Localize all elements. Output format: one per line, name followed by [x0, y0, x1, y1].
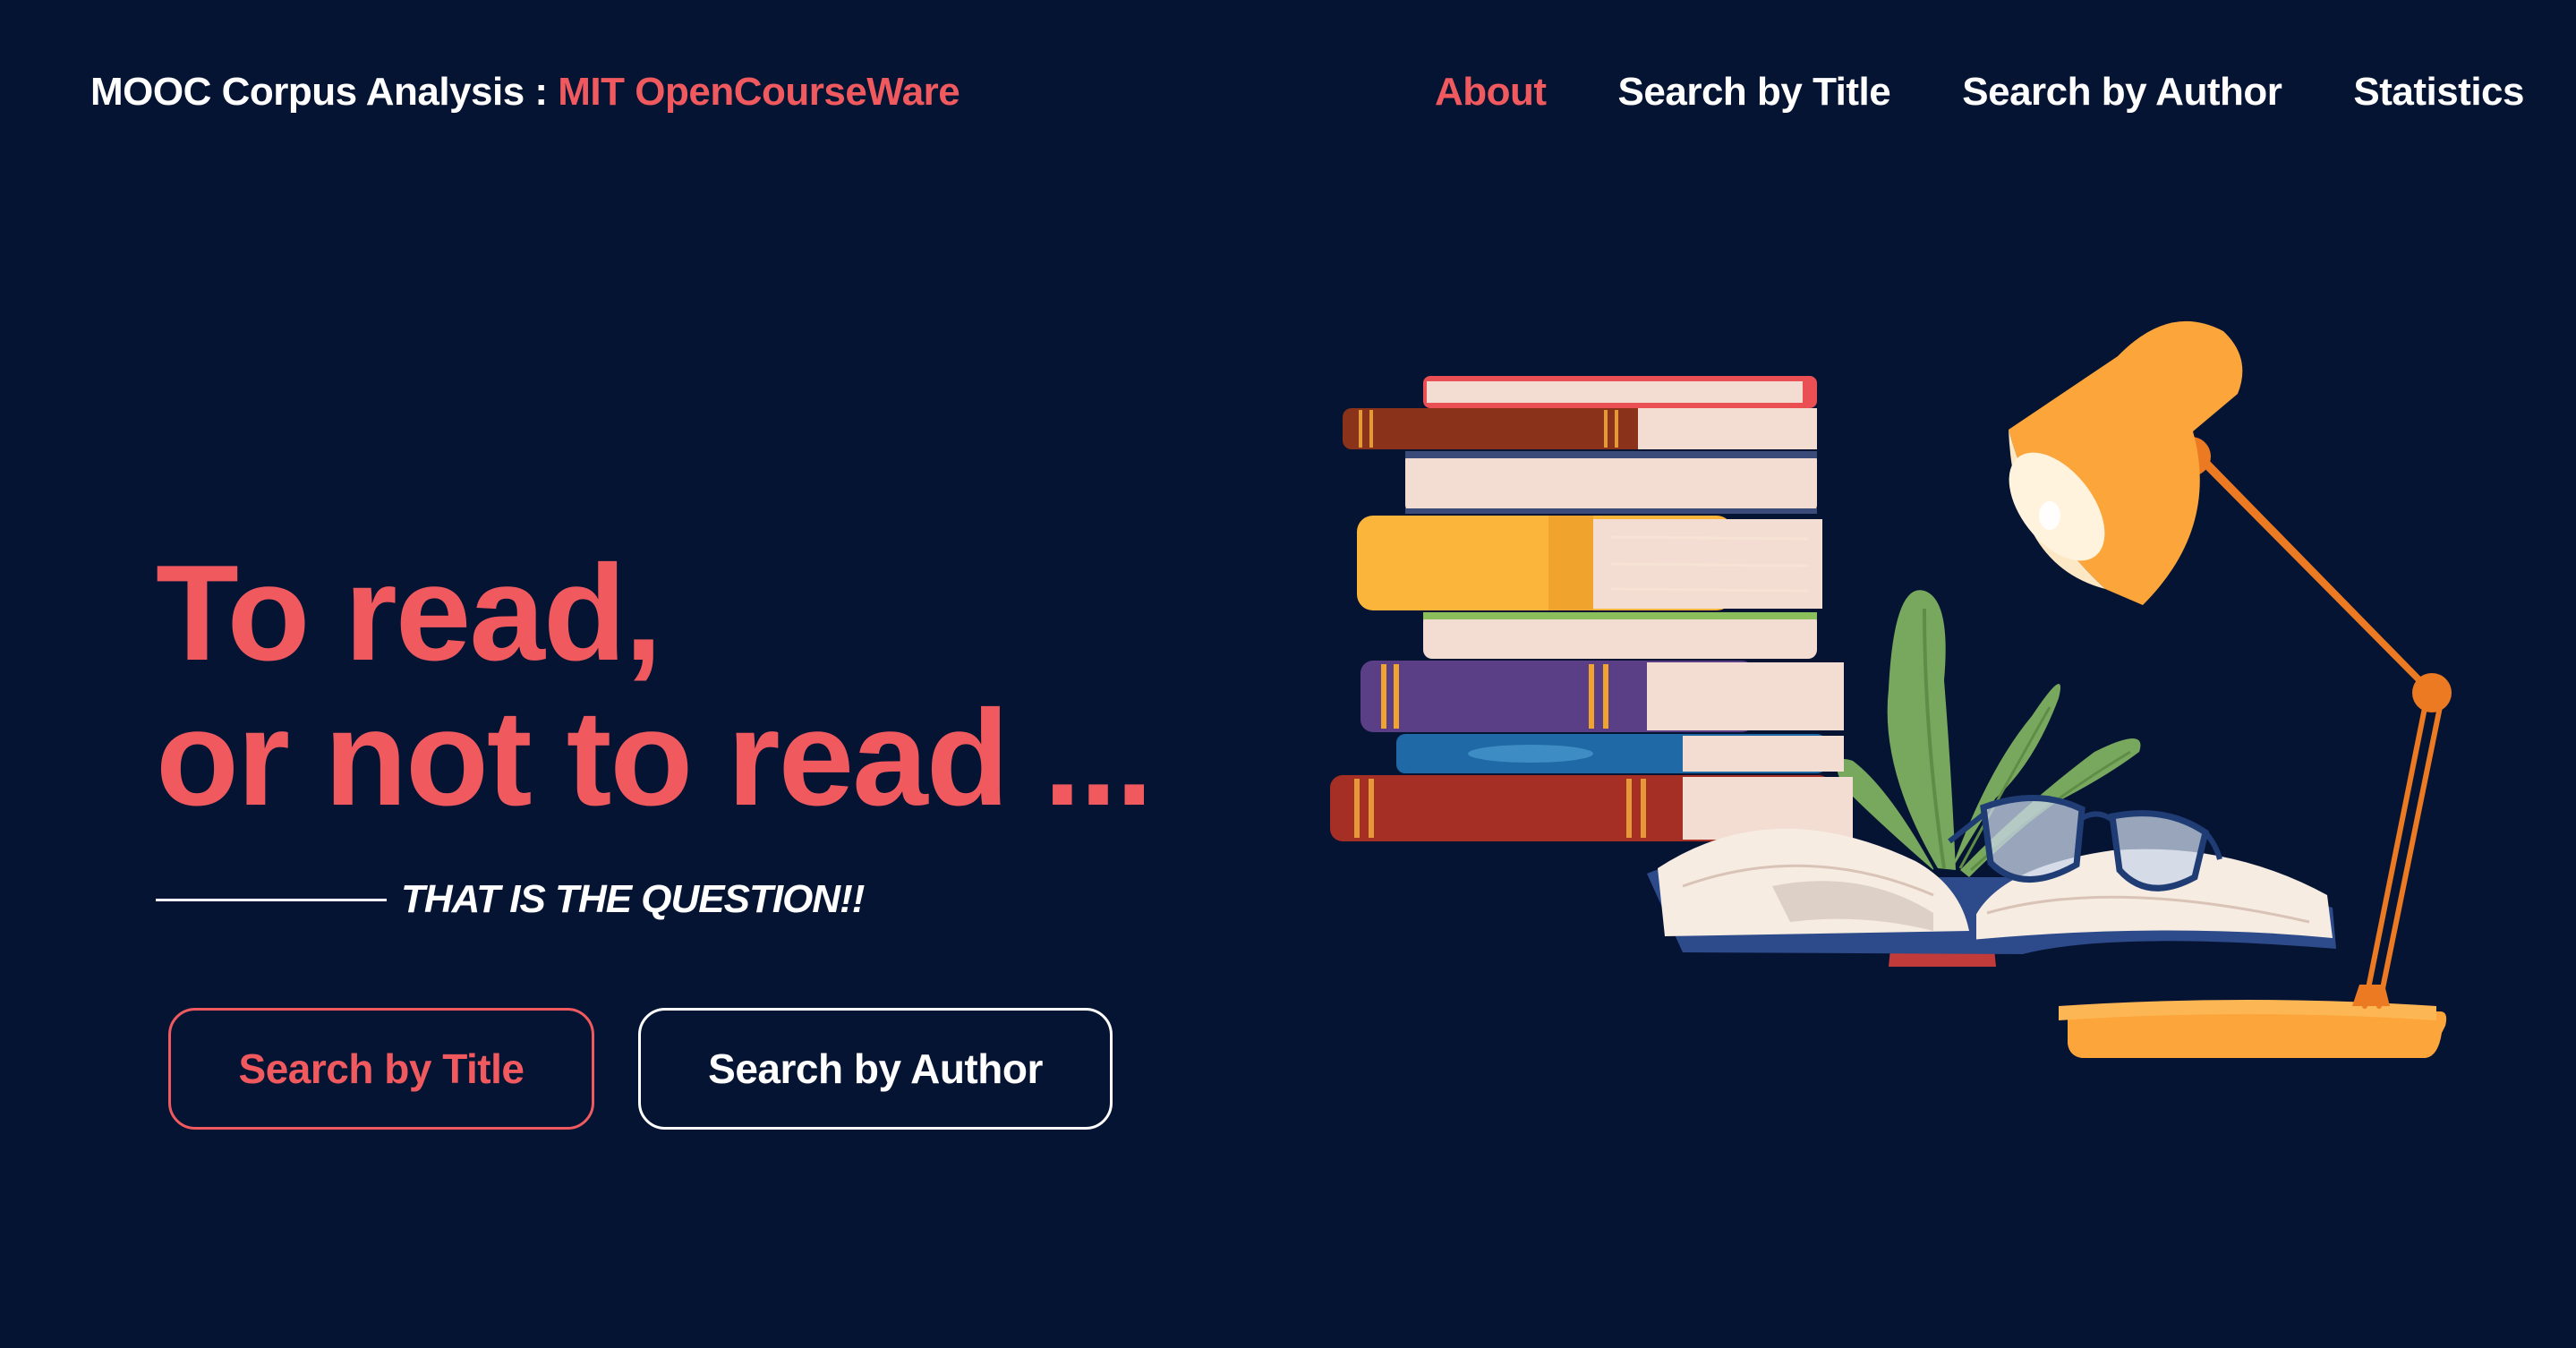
hero-title: To read, or not to read ... [156, 537, 1153, 834]
nav-search-by-title[interactable]: Search by Title [1618, 64, 1891, 120]
site-brand[interactable]: MOOC Corpus Analysis : MIT OpenCourseWar… [90, 64, 960, 120]
nav-statistics[interactable]: Statistics [2353, 64, 2524, 120]
book-stack-icon [1330, 376, 1853, 841]
tagline-text: THAT IS THE QUESTION!! [401, 877, 865, 921]
tagline-divider [156, 898, 387, 901]
hero-tagline: THAT IS THE QUESTION!! [156, 877, 865, 922]
nav-search-by-author[interactable]: Search by Author [1962, 64, 2282, 120]
nav-about[interactable]: About [1435, 64, 1547, 120]
brand-title: MOOC Corpus Analysis : [90, 70, 559, 114]
reading-illustration [1330, 320, 2452, 1058]
hero-title-line-2: or not to read ... [156, 682, 1153, 834]
search-by-author-button[interactable]: Search by Author [638, 1008, 1113, 1130]
main-nav: About Search by Title Search by Author S… [1435, 64, 2525, 120]
hero-title-line-1: To read, [156, 537, 662, 689]
search-by-title-button[interactable]: Search by Title [168, 1008, 594, 1130]
brand-subtitle: MIT OpenCourseWare [558, 70, 960, 114]
